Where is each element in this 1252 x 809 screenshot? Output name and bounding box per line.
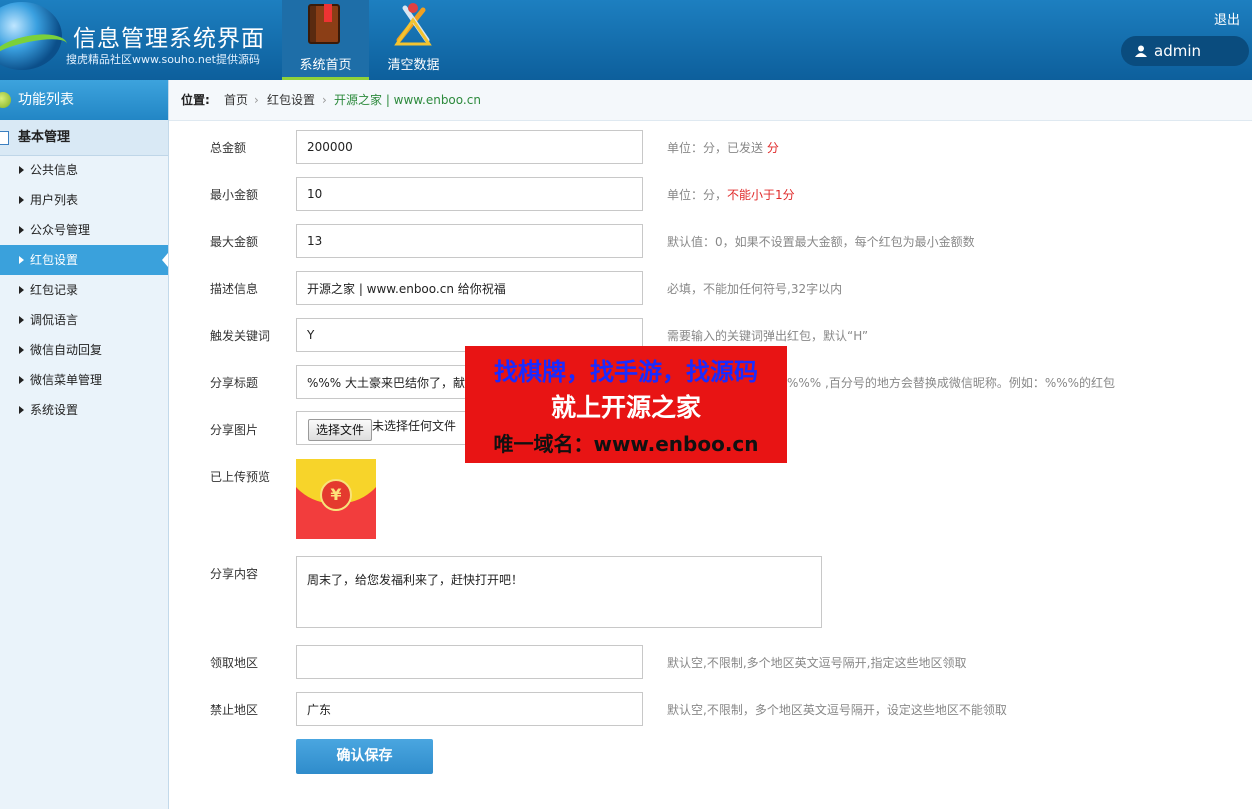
nav-home-label: 系统首页	[299, 58, 352, 73]
function-list-label: 功能列表	[18, 92, 74, 108]
overlay-ad-banner: 找棋牌，找手游，找源码 就上开源之家 唯一域名：www.enboo.cn	[465, 346, 787, 463]
description-help: 必填，不能加任何符号,32字以内	[667, 282, 843, 296]
total-amount-help-text: 单位：分，已发送	[667, 141, 764, 155]
username: admin	[1154, 42, 1201, 60]
sidebar-item-label: 微信菜单管理	[30, 373, 103, 387]
file-status: 未选择任何文件	[372, 419, 457, 433]
breadcrumb-separator: ›	[322, 93, 327, 107]
ad-line-3: 唯一域名：www.enboo.cn	[493, 432, 759, 456]
save-button[interactable]: 确认保存	[296, 739, 433, 774]
min-amount-input[interactable]	[296, 177, 643, 211]
description-input[interactable]	[296, 271, 643, 305]
allow-region-help: 默认空,不限制,多个地区英文逗号隔开,指定这些地区领取	[667, 656, 967, 670]
preview-label: 已上传预览	[210, 470, 271, 484]
breadcrumb-current: 开源之家 | www.enboo.cn	[334, 93, 481, 107]
user-icon	[1135, 45, 1147, 57]
sidebar-item-user-list[interactable]: 用户列表	[0, 185, 168, 215]
total-amount-help: 单位：分，已发送 分	[667, 139, 779, 156]
system-subtitle: 搜虎精品社区www.souho.net提供源码	[66, 53, 260, 66]
ad-line-2: 就上开源之家	[550, 393, 701, 422]
max-amount-label: 最大金额	[210, 235, 259, 249]
total-amount-label: 总金额	[210, 141, 247, 155]
sidebar-item-teasing-language[interactable]: 调侃语言	[0, 305, 168, 335]
group-basic-management[interactable]: 基本管理	[0, 120, 168, 156]
share-image-label: 分享图片	[210, 423, 259, 437]
breadcrumb-separator: ›	[254, 93, 259, 107]
description-label: 描述信息	[210, 282, 259, 296]
block-region-input[interactable]	[296, 692, 643, 726]
breadcrumb-home[interactable]: 首页	[224, 80, 248, 120]
ad-line-1: 找棋牌，找手游，找源码	[494, 358, 758, 386]
allow-region-input[interactable]	[296, 645, 643, 679]
caret-right-icon	[19, 316, 24, 324]
sidebar-item-label: 公众号管理	[30, 223, 91, 237]
sidebar-item-label: 红包记录	[30, 283, 79, 297]
book-icon	[308, 4, 340, 44]
sidebar-item-label: 系统设置	[30, 403, 79, 417]
sidebar-item-official-accounts[interactable]: 公众号管理	[0, 215, 168, 245]
system-title: 信息管理系统界面	[73, 26, 265, 52]
allow-region-label: 领取地区	[210, 656, 259, 670]
function-list-header: 功能列表	[0, 80, 168, 120]
sidebar: 功能列表 基本管理 公共信息 用户列表 公众号管理 红包设置 红包记录 调侃语言…	[0, 80, 169, 809]
keyword-help: 需要输入的关键词弹出红包，默认“H”	[667, 329, 869, 343]
sidebar-item-label: 红包设置	[30, 253, 79, 267]
sidebar-item-label: 公共信息	[30, 163, 79, 177]
caret-right-icon	[19, 286, 24, 294]
sidebar-item-wechat-menu[interactable]: 微信菜单管理	[0, 365, 168, 395]
breadcrumb: 位置: 首页 › 红包设置 › 开源之家 | www.enboo.cn	[169, 80, 1252, 121]
caret-right-icon	[19, 406, 24, 414]
sidebar-item-public-info[interactable]: 公共信息	[0, 155, 168, 185]
group-label: 基本管理	[18, 130, 71, 145]
breadcrumb-red-packet-settings[interactable]: 红包设置	[267, 80, 315, 120]
top-header: 信息管理系统界面 搜虎精品社区www.souho.net提供源码 系统首页 清空…	[0, 0, 1252, 80]
sidebar-item-red-packet-records[interactable]: 红包记录	[0, 275, 168, 305]
nav-clear-data-label: 清空数据	[387, 58, 440, 73]
share-title-label: 分享标题	[210, 376, 259, 390]
breadcrumb-label: 位置:	[181, 93, 210, 107]
min-amount-label: 最小金额	[210, 188, 259, 202]
choose-file-button[interactable]: 选择文件	[308, 419, 373, 441]
caret-right-icon	[19, 226, 24, 234]
caret-right-icon	[19, 196, 24, 204]
block-region-label: 禁止地区	[210, 703, 259, 717]
min-amount-help-red: 不能小于1分	[727, 188, 795, 202]
share-title-help: %%% ,百分号的地方会替换成微信昵称。例如：%%%的红包	[787, 376, 1116, 390]
yuan-coin-icon: ¥	[320, 479, 352, 511]
tools-icon	[394, 3, 432, 46]
min-amount-help: 单位：分，不能小于1分	[667, 186, 795, 203]
sidebar-item-label: 调侃语言	[30, 313, 79, 327]
red-packet-preview-image: ¥	[296, 459, 376, 539]
total-amount-help-red: 分	[766, 141, 779, 155]
document-icon	[0, 131, 9, 145]
total-amount-input[interactable]	[296, 130, 643, 164]
caret-right-icon	[19, 256, 24, 264]
sidebar-item-red-packet-settings[interactable]: 红包设置	[0, 245, 168, 275]
sidebar-item-label: 用户列表	[30, 193, 79, 207]
keyword-label: 触发关键词	[210, 329, 271, 343]
block-region-help: 默认空,不限制，多个地区英文逗号隔开，设定这些地区不能领取	[667, 703, 1007, 717]
logout-link[interactable]: 退出	[1214, 9, 1240, 28]
sidebar-item-label: 微信自动回复	[30, 343, 103, 357]
share-content-textarea[interactable]: 周末了，给您发福利来了，赶快打开吧！	[296, 556, 822, 628]
max-amount-input[interactable]	[296, 224, 643, 258]
caret-right-icon	[19, 346, 24, 354]
share-content-label: 分享内容	[210, 567, 259, 581]
user-badge[interactable]: admin	[1121, 36, 1249, 66]
sidebar-item-system-settings[interactable]: 系统设置	[0, 395, 168, 425]
ball-icon	[0, 92, 11, 108]
caret-right-icon	[19, 166, 24, 174]
caret-right-icon	[19, 376, 24, 384]
nav-home[interactable]: 系统首页	[282, 0, 369, 80]
min-amount-help-text: 单位：分，	[667, 188, 728, 202]
max-amount-help: 默认值：0，如果不设置最大金额，每个红包为最小金额数	[667, 235, 975, 249]
nav-clear-data[interactable]: 清空数据	[370, 0, 457, 80]
sidebar-item-wechat-auto-reply[interactable]: 微信自动回复	[0, 335, 168, 365]
